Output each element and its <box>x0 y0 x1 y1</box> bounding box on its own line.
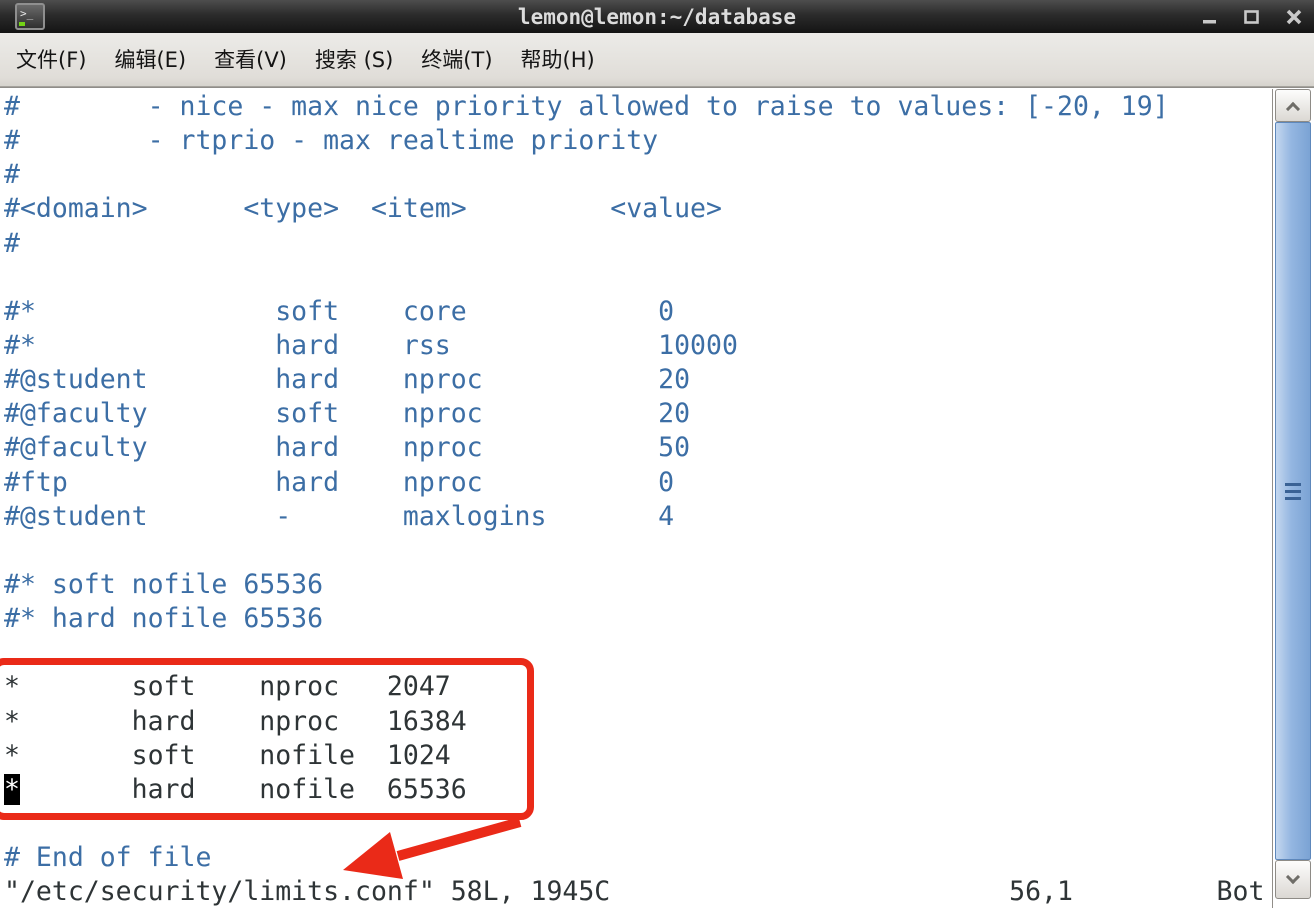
menubar: 文件(F) 编辑(E) 查看(V) 搜索 (S) 终端(T) 帮助(H) <box>0 33 1314 87</box>
window-controls <box>1200 0 1304 33</box>
chevron-down-icon <box>1285 869 1301 884</box>
close-button[interactable] <box>1284 7 1304 27</box>
scroll-down-button[interactable] <box>1275 860 1311 899</box>
terminal-icon-led <box>19 22 25 26</box>
menu-item[interactable]: 搜索 (S) <box>301 33 407 87</box>
terminal-row: #@student - maxlogins 4 <box>4 500 675 532</box>
terminal-row: # <box>4 227 20 259</box>
chevron-up-icon <box>1285 101 1301 116</box>
maximize-icon <box>1244 9 1259 24</box>
terminal-row: # End of file <box>4 842 212 874</box>
terminal-row: * hard nproc 16384 <box>4 705 467 737</box>
minimize-button[interactable] <box>1200 7 1220 27</box>
terminal-row: #@faculty hard nproc 50 <box>4 432 691 464</box>
terminal-window: >_ lemon@lemon:~/database 文件(F) 编辑(E) 查看(V… <box>0 0 1314 908</box>
menu-item[interactable]: 帮助(H) <box>507 33 609 87</box>
menu-item[interactable]: 终端(T) <box>407 33 506 87</box>
thumb-grip-icon <box>1285 482 1301 486</box>
terminal-row: #<domain> <type> <item> <value> <box>4 193 722 225</box>
terminal-row <box>4 261 1272 295</box>
menu-item[interactable]: 文件(F) <box>2 33 100 87</box>
terminal-row: #* hard rss 10000 <box>4 329 738 361</box>
terminal-row: #* hard nofile 65536 <box>4 603 324 635</box>
scroll-up-button[interactable] <box>1275 89 1311 122</box>
terminal-content: # - nice - max nice priority allowed to … <box>0 87 1314 908</box>
minimize-icon <box>1203 19 1216 23</box>
terminal-row: "/etc/security/limits.conf" 58L, 1945C 5… <box>4 876 1265 908</box>
window-title: lemon@lemon:~/database <box>517 4 797 29</box>
terminal-row: * soft nofile 1024 <box>4 739 451 771</box>
terminal-row: * soft nproc 2047 <box>4 671 451 703</box>
titlebar[interactable]: >_ lemon@lemon:~/database <box>0 0 1314 33</box>
terminal-app-icon: >_ <box>15 3 45 30</box>
terminal-row: #@faculty soft nproc 20 <box>4 398 691 430</box>
terminal-text-area[interactable]: # - nice - max nice priority allowed to … <box>0 89 1272 908</box>
terminal-row: #* soft core 0 <box>4 295 675 327</box>
terminal-row: #ftp hard nproc 0 <box>4 466 675 498</box>
scrollbar <box>1272 89 1314 908</box>
vim-block-cursor: * <box>4 773 20 805</box>
scrollbar-thumb[interactable] <box>1275 122 1311 860</box>
maximize-button[interactable] <box>1242 7 1262 27</box>
terminal-row: #@student hard nproc 20 <box>4 364 691 396</box>
terminal-row: # <box>4 159 20 191</box>
terminal-row: * hard nofile 65536 <box>4 773 467 805</box>
terminal-row <box>4 636 1272 670</box>
thumb-grip-icon <box>1285 496 1301 500</box>
menu-item[interactable]: 查看(V) <box>200 33 301 87</box>
terminal-row: # - rtprio - max realtime priority <box>4 125 659 157</box>
close-icon <box>1286 9 1302 24</box>
thumb-grip-icon <box>1285 489 1301 493</box>
terminal-row <box>4 534 1272 568</box>
terminal-row: #* soft nofile 65536 <box>4 568 324 600</box>
terminal-row: # - nice - max nice priority allowed to … <box>4 91 1169 122</box>
menu-item[interactable]: 编辑(E) <box>100 33 200 87</box>
terminal-row <box>4 807 1272 841</box>
